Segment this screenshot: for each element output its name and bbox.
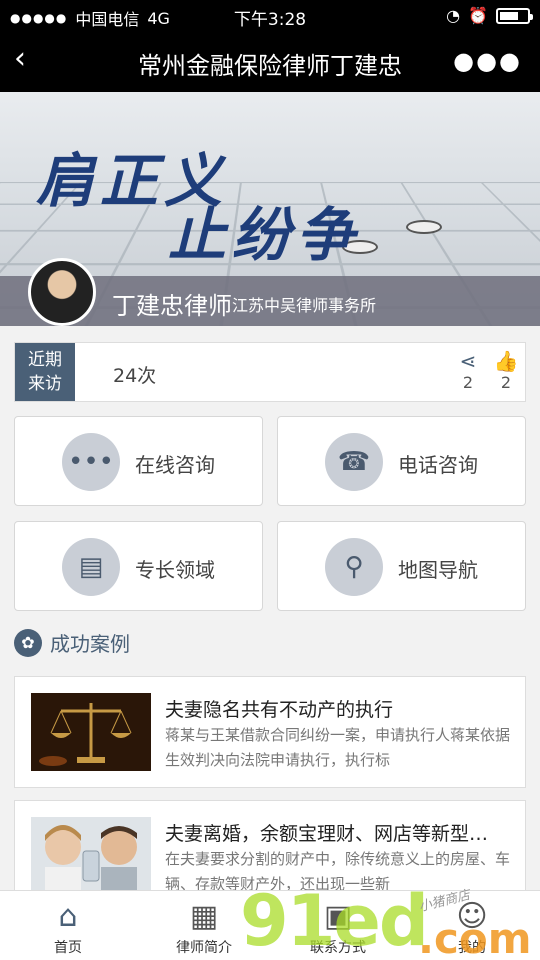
phone-icon: ☎ bbox=[325, 433, 383, 491]
tile-label: 在线咨询 bbox=[135, 453, 215, 477]
tab-home[interactable]: ⌂ 首页 bbox=[18, 897, 118, 957]
gear-badge-icon: ✿ bbox=[14, 628, 42, 657]
avatar[interactable] bbox=[28, 258, 96, 326]
status-bar: ●●●●● 中国电信 4G 下午3:28 ◔ ⏰ bbox=[0, 0, 540, 30]
game-piece-icon bbox=[406, 220, 442, 234]
banner-slogan-line2: 止纷争 bbox=[168, 201, 361, 269]
lawyer-name: 丁建忠律师 bbox=[112, 292, 232, 320]
home-icon: ⌂ bbox=[58, 899, 78, 934]
more-menu-button[interactable]: ●●● bbox=[453, 47, 522, 75]
lock-rotation-icon: ◔ bbox=[446, 6, 461, 25]
share-count: 2 bbox=[462, 373, 474, 392]
profile-icon: ▦ bbox=[189, 899, 219, 934]
watermark-logo: 91ed bbox=[240, 880, 429, 960]
phone-consult-button[interactable]: ☎ 电话咨询 bbox=[277, 416, 526, 506]
case-title: 夫妻离婚，余额宝理财、网店等新型… bbox=[165, 823, 489, 845]
like-count: 2 bbox=[500, 373, 512, 392]
tile-label: 地图导航 bbox=[398, 558, 478, 582]
recent-visits-label: 近期 来访 bbox=[15, 343, 75, 401]
tile-label: 专长领域 bbox=[135, 558, 215, 582]
alarm-icon: ⏰ bbox=[468, 6, 488, 25]
success-cases-header: ✿ 成功案例 bbox=[14, 628, 130, 657]
book-icon: ▤ bbox=[62, 538, 120, 596]
battery-icon bbox=[496, 7, 533, 24]
tab-lawyer-profile[interactable]: ▦ 律师简介 bbox=[154, 897, 254, 957]
couple-image bbox=[31, 817, 151, 895]
share-button[interactable]: ⋖ 2 bbox=[453, 349, 483, 392]
case-card[interactable]: 夫妻隐名共有不动产的执行 蒋某与王某借款合同纠纷一案，申请执行人蒋某依据生效判决… bbox=[14, 676, 526, 788]
section-title: 成功案例 bbox=[50, 632, 130, 656]
thumbs-up-icon: 👍 bbox=[493, 349, 519, 373]
law-firm-name: 江苏中吴律师事务所 bbox=[232, 296, 377, 315]
visit-count: 24次 bbox=[113, 365, 157, 387]
visit-stats: 近期 来访 24次 ⋖ 2 👍 2 bbox=[14, 342, 526, 402]
map-pin-icon: ⚲ bbox=[325, 538, 383, 596]
map-navigation-button[interactable]: ⚲ 地图导航 bbox=[277, 521, 526, 611]
share-icon: ⋖ bbox=[459, 349, 477, 373]
like-button[interactable]: 👍 2 bbox=[491, 349, 521, 392]
tile-label: 电话咨询 bbox=[398, 453, 478, 477]
expertise-button[interactable]: ▤ 专长领域 bbox=[14, 521, 263, 611]
chat-icon: ••• bbox=[62, 433, 120, 491]
case-card[interactable]: 夫妻离婚，余额宝理财、网店等新型… 在夫妻要求分割的财产中，除传统意义上的房屋、… bbox=[14, 800, 526, 895]
watermark-domain: .com bbox=[418, 914, 532, 960]
case-description: 蒋某与王某借款合同纠纷一案，申请执行人蒋某依据生效判决向法院申请执行，执行标 bbox=[165, 726, 511, 769]
online-consult-button[interactable]: ••• 在线咨询 bbox=[14, 416, 263, 506]
case-title: 夫妻隐名共有不动产的执行 bbox=[165, 699, 394, 721]
nav-bar: ‹ 常州金融保险律师丁建忠 ●●● bbox=[0, 30, 540, 92]
scales-of-justice-image bbox=[31, 693, 151, 771]
